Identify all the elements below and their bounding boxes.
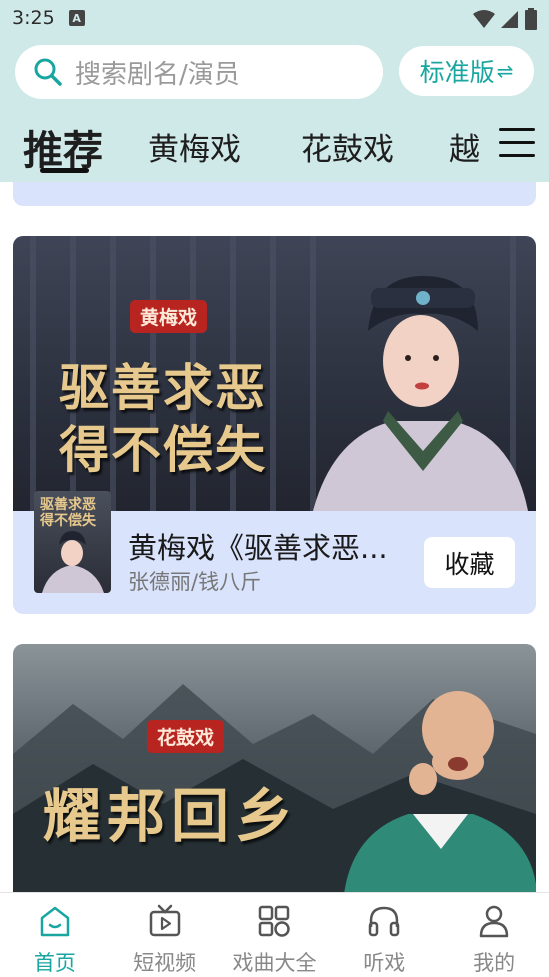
nav-opera-collection-label: 戏曲大全 [232, 951, 317, 975]
cover-title: 耀邦回乡 [43, 782, 300, 850]
nav-opera-collection[interactable]: 戏曲大全 [220, 893, 330, 977]
nav-short-video[interactable]: 短视频 [110, 893, 220, 977]
user-icon [479, 905, 509, 938]
signal-icon [501, 11, 518, 28]
switch-arrows-icon: ⇌ [496, 59, 514, 83]
category-tabs: 推荐 黄梅戏 花鼓戏 越 [0, 116, 549, 176]
video-cover[interactable]: 花鼓戏 耀邦回乡 [13, 644, 536, 892]
search-input[interactable]: 搜索剧名/演员 [15, 45, 383, 99]
search-icon [34, 58, 62, 86]
mountain-background [13, 684, 536, 892]
nav-home-label: 首页 [33, 951, 76, 975]
tab-huangmeixi[interactable]: 黄梅戏 [148, 124, 241, 169]
genre-badge: 花鼓戏 [147, 720, 225, 753]
status-time: 3:25 [12, 7, 55, 29]
poster-thumbnail[interactable]: 驱善求恶 得不偿失 [34, 491, 111, 593]
cover-title-line2: 得不偿失 [59, 420, 267, 479]
wifi-icon [473, 10, 495, 28]
version-label: 标准版 [419, 58, 495, 87]
nav-short-video-label: 短视频 [133, 951, 197, 975]
card-info: 驱善求恶 得不偿失 黄梅戏《驱善求恶... 张德丽/钱八斤 收藏 [13, 491, 536, 614]
nav-profile[interactable]: 我的 [439, 893, 549, 977]
video-title[interactable]: 黄梅戏《驱善求恶... [128, 525, 388, 567]
tab-huaguxi[interactable]: 花鼓戏 [301, 124, 394, 169]
genre-badge: 黄梅戏 [130, 300, 208, 333]
battery-icon [525, 8, 537, 30]
search-placeholder: 搜索剧名/演员 [75, 59, 240, 90]
video-cover[interactable]: 黄梅戏 驱善求恶 得不偿失 [13, 236, 536, 511]
favorite-button[interactable]: 收藏 [424, 537, 515, 588]
bottom-navigation: 首页 短视频 戏曲大全 听戏 我的 [0, 892, 549, 977]
home-icon [40, 906, 70, 937]
status-bar: 3:25 A [0, 0, 549, 36]
video-feed[interactable]: 黄梅戏 驱善求恶 得不偿失 驱善求恶 得不偿失 黄梅戏《驱善求恶... 张德丽/… [0, 182, 549, 892]
poster-performer [42, 531, 104, 593]
nav-home[interactable]: 首页 [0, 893, 110, 977]
grid-icon [259, 905, 291, 937]
nav-profile-label: 我的 [473, 951, 516, 975]
tab-active-indicator [40, 168, 89, 173]
performer-figure [313, 276, 528, 511]
nav-listen[interactable]: 听戏 [329, 893, 439, 977]
video-card[interactable]: 花鼓戏 耀邦回乡 [13, 644, 536, 892]
headphones-icon [369, 906, 400, 937]
nav-listen-label: 听戏 [363, 951, 406, 975]
version-switch-button[interactable]: 标准版 ⇌ [399, 46, 534, 96]
menu-icon[interactable] [499, 128, 535, 160]
video-performers: 张德丽/钱八斤 [128, 570, 262, 594]
previous-card-partial[interactable] [13, 182, 536, 206]
tab-yue[interactable]: 越 [449, 124, 480, 169]
video-card[interactable]: 黄梅戏 驱善求恶 得不偿失 驱善求恶 得不偿失 黄梅戏《驱善求恶... 张德丽/… [13, 236, 536, 614]
status-icons [473, 8, 537, 30]
video-icon [149, 904, 180, 937]
header: 搜索剧名/演员 标准版 ⇌ 推荐 黄梅戏 花鼓戏 越 [0, 36, 549, 182]
notification-icon: A [68, 10, 85, 26]
